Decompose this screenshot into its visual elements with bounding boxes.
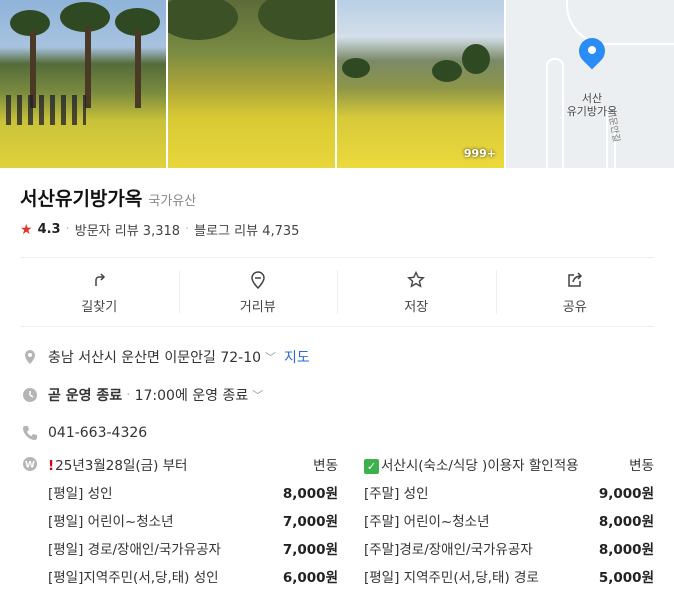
price-cell: [주말] 성인 9,000원 <box>364 482 654 502</box>
visitor-reviews-link[interactable]: 방문자 리뷰 3,318 <box>75 220 180 239</box>
blog-reviews-link[interactable]: 블로그 리뷰 4,735 <box>194 220 299 239</box>
share-label: 공유 <box>562 299 587 315</box>
price-cell: [평일]지역주민(서,당,태) 성인 6,000원 <box>48 566 338 586</box>
place-info: 충남 서산시 운산면 이문안길 72-10 ﹀ 지도 곧 운영 종료 · 17:… <box>22 338 654 452</box>
crowd-decoration <box>6 95 86 125</box>
location-icon <box>25 350 35 364</box>
review-summary: ★ 4.3 · 방문자 리뷰 3,318 · 블로그 리뷰 4,735 <box>20 220 299 240</box>
exclamation-icon: ! <box>48 458 55 474</box>
star-outline-icon <box>407 270 426 288</box>
map-link[interactable]: 지도 <box>284 347 310 367</box>
price-cell: [주말]경로/장애인/국가유공자 8,000원 <box>364 538 654 558</box>
price-label: [평일] 어린이~청소년 <box>48 514 174 530</box>
separator-dot: · <box>65 222 70 237</box>
hours-row[interactable]: 곧 운영 종료 · 17:00에 운영 종료 ﹀ <box>22 376 654 414</box>
tree-decoration <box>432 60 462 82</box>
won-icon: W <box>23 457 37 471</box>
discount-label: 서산시(숙소/식당 )이용자 할인적용 <box>381 458 579 474</box>
chevron-down-icon[interactable]: ﹀ <box>265 349 276 365</box>
price-change-tag: 변동 <box>313 458 338 474</box>
price-cell: [주말] 어린이~청소년 8,000원 <box>364 510 654 530</box>
phone-icon <box>23 426 37 440</box>
save-label: 저장 <box>404 299 429 315</box>
price-amount: 9,000원 <box>598 486 654 502</box>
place-header: 서산유기방가옥 국가유산 <box>20 184 196 211</box>
directions-label: 길찾기 <box>81 299 118 315</box>
discount-text: ✓ 서산시(숙소/식당 )이용자 할인적용 <box>364 454 579 474</box>
place-title: 서산유기방가옥 <box>20 188 143 210</box>
price-cell: [평일] 성인 8,000원 <box>48 482 338 502</box>
price-change-tag: 변동 <box>629 458 654 474</box>
price-label: [평일]지역주민(서,당,태) 성인 <box>48 570 219 586</box>
tree-decoration <box>258 0 335 40</box>
photo-1[interactable] <box>0 0 168 168</box>
svg-text:W: W <box>25 461 35 471</box>
tree-decoration <box>342 58 370 78</box>
map-thumbnail[interactable]: 서산 유기방가옥 이문안길 <box>506 0 674 168</box>
price-amount: 8,000원 <box>598 514 654 530</box>
tree-decoration <box>168 0 238 40</box>
photo-3[interactable]: 999+ <box>337 0 506 168</box>
share-icon <box>568 271 582 287</box>
directions-icon <box>95 272 106 286</box>
save-button[interactable]: 저장 <box>337 258 496 326</box>
phone-row: 041-663-4326 <box>22 414 654 452</box>
price-amount: 5,000원 <box>598 570 654 586</box>
photo-count-badge: 999+ <box>463 147 496 160</box>
price-cell: [평일] 경로/장애인/국가유공자 7,000원 <box>48 538 338 558</box>
photo-2[interactable] <box>168 0 337 168</box>
price-period-label: 25년3월28일(금) 부터 <box>55 458 188 474</box>
street-view-button[interactable]: 거리뷰 <box>178 258 338 326</box>
map-road <box>566 0 674 45</box>
price-cell: [평일] 어린이~청소년 7,000원 <box>48 510 338 530</box>
address-text[interactable]: 충남 서산시 운산면 이문안길 72-10 <box>48 347 261 367</box>
street-view-icon <box>250 270 265 289</box>
price-cell: [평일] 지역주민(서,당,태) 경로 5,000원 <box>364 566 654 586</box>
status-text: 곧 운영 종료 <box>48 388 123 404</box>
tree-trunk <box>135 30 141 108</box>
price-header-left: !25년3월28일(금) 부터 변동 <box>48 454 338 474</box>
price-table: W !25년3월28일(금) 부터 변동 ✓ 서산시(숙소/식당 )이용자 할인적… <box>22 450 654 590</box>
photo-gallery[interactable]: 999+ 서산 유기방가옥 이문안길 <box>0 0 674 168</box>
price-amount: 7,000원 <box>282 542 338 558</box>
separator-dot: · <box>126 387 131 403</box>
tree-decoration <box>462 44 490 74</box>
directions-button[interactable]: 길찾기 <box>20 258 179 326</box>
checkmark-icon: ✓ <box>364 459 379 474</box>
rating-value: 4.3 <box>37 222 61 237</box>
price-label: [주말] 어린이~청소년 <box>364 514 490 530</box>
share-button[interactable]: 공유 <box>495 258 655 326</box>
price-label: [평일] 지역주민(서,당,태) 경로 <box>364 570 539 586</box>
price-row: [평일] 경로/장애인/국가유공자 7,000원 [주말]경로/장애인/국가유공… <box>22 534 654 562</box>
price-amount: 6,000원 <box>282 570 338 586</box>
price-label: [주말]경로/장애인/국가유공자 <box>364 542 533 558</box>
street-view-label: 거리뷰 <box>239 299 276 315</box>
clock-icon <box>23 388 37 402</box>
price-label: [평일] 성인 <box>48 486 113 502</box>
chevron-down-icon[interactable]: ﹀ <box>252 387 263 403</box>
pin-dot <box>588 46 596 54</box>
map-label-line1: 서산 <box>581 92 603 105</box>
price-period-text: !25년3월28일(금) 부터 <box>48 454 187 474</box>
rating-star-icon: ★ <box>20 221 33 238</box>
price-header-row: W !25년3월28일(금) 부터 변동 ✓ 서산시(숙소/식당 )이용자 할인적… <box>22 450 654 478</box>
address-row: 충남 서산시 운산면 이문안길 72-10 ﹀ 지도 <box>22 338 654 376</box>
hours-text: 17:00에 운영 종료 <box>134 388 249 404</box>
place-category: 국가유산 <box>148 194 197 209</box>
price-row: [평일]지역주민(서,당,태) 성인 6,000원 [평일] 지역주민(서,당,… <box>22 562 654 590</box>
price-row: [평일] 어린이~청소년 7,000원 [주말] 어린이~청소년 8,000원 <box>22 506 654 534</box>
phone-number[interactable]: 041-663-4326 <box>48 425 147 441</box>
price-amount: 8,000원 <box>598 542 654 558</box>
price-label: [주말] 성인 <box>364 486 429 502</box>
price-amount: 7,000원 <box>282 514 338 530</box>
price-label: [평일] 경로/장애인/국가유공자 <box>48 542 221 558</box>
action-bar: 길찾기 거리뷰 저장 공유 <box>20 257 654 327</box>
price-amount: 8,000원 <box>282 486 338 502</box>
price-row: [평일] 성인 8,000원 [주말] 성인 9,000원 <box>22 478 654 506</box>
price-header-right: ✓ 서산시(숙소/식당 )이용자 할인적용 변동 <box>364 454 654 474</box>
separator-dot: · <box>185 222 190 237</box>
